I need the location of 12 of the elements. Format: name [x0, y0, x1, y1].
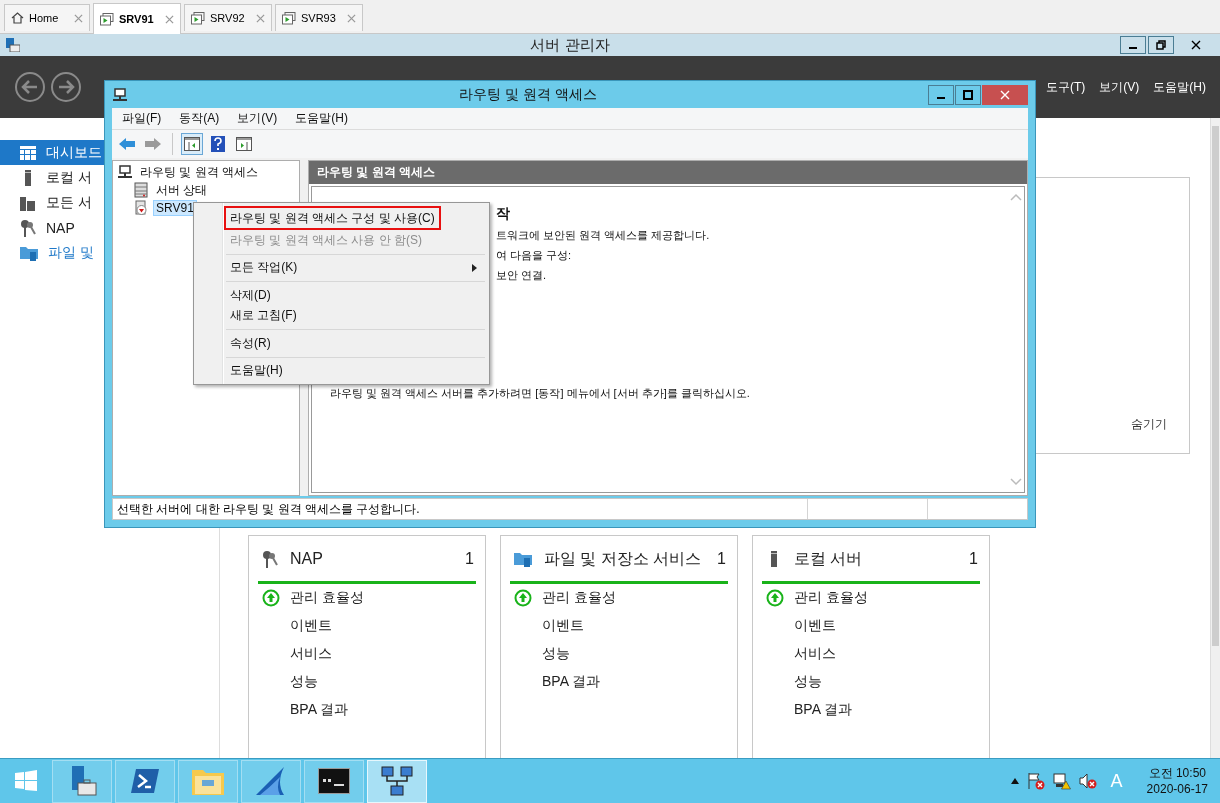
content-text: 트워크에 보안된 원격 액세스를 제공합니다. [496, 229, 710, 241]
pane-title: 라우팅 및 원격 액세스 [309, 161, 1027, 184]
content-text: 보안 연결. [496, 269, 547, 281]
card-count: 1 [717, 549, 727, 568]
status-text: 선택한 서버에 대한 라우팅 및 원격 액세스를 구성합니다. [117, 500, 420, 518]
content-heading: 작 [496, 205, 510, 221]
card-count: 1 [969, 549, 979, 568]
content-text: 라우팅 및 원격 액세스 서버를 추가하려면 [동작] 메뉴에서 [서버 추가]를 클릭하십시오. [330, 387, 750, 399]
window-title: 라우팅 및 원격 액세스 [458, 85, 598, 104]
card-count: 1 [465, 549, 475, 568]
window-title: 서버 관리자 [529, 35, 611, 55]
content-text: 여 다음을 구성: [496, 249, 572, 261]
